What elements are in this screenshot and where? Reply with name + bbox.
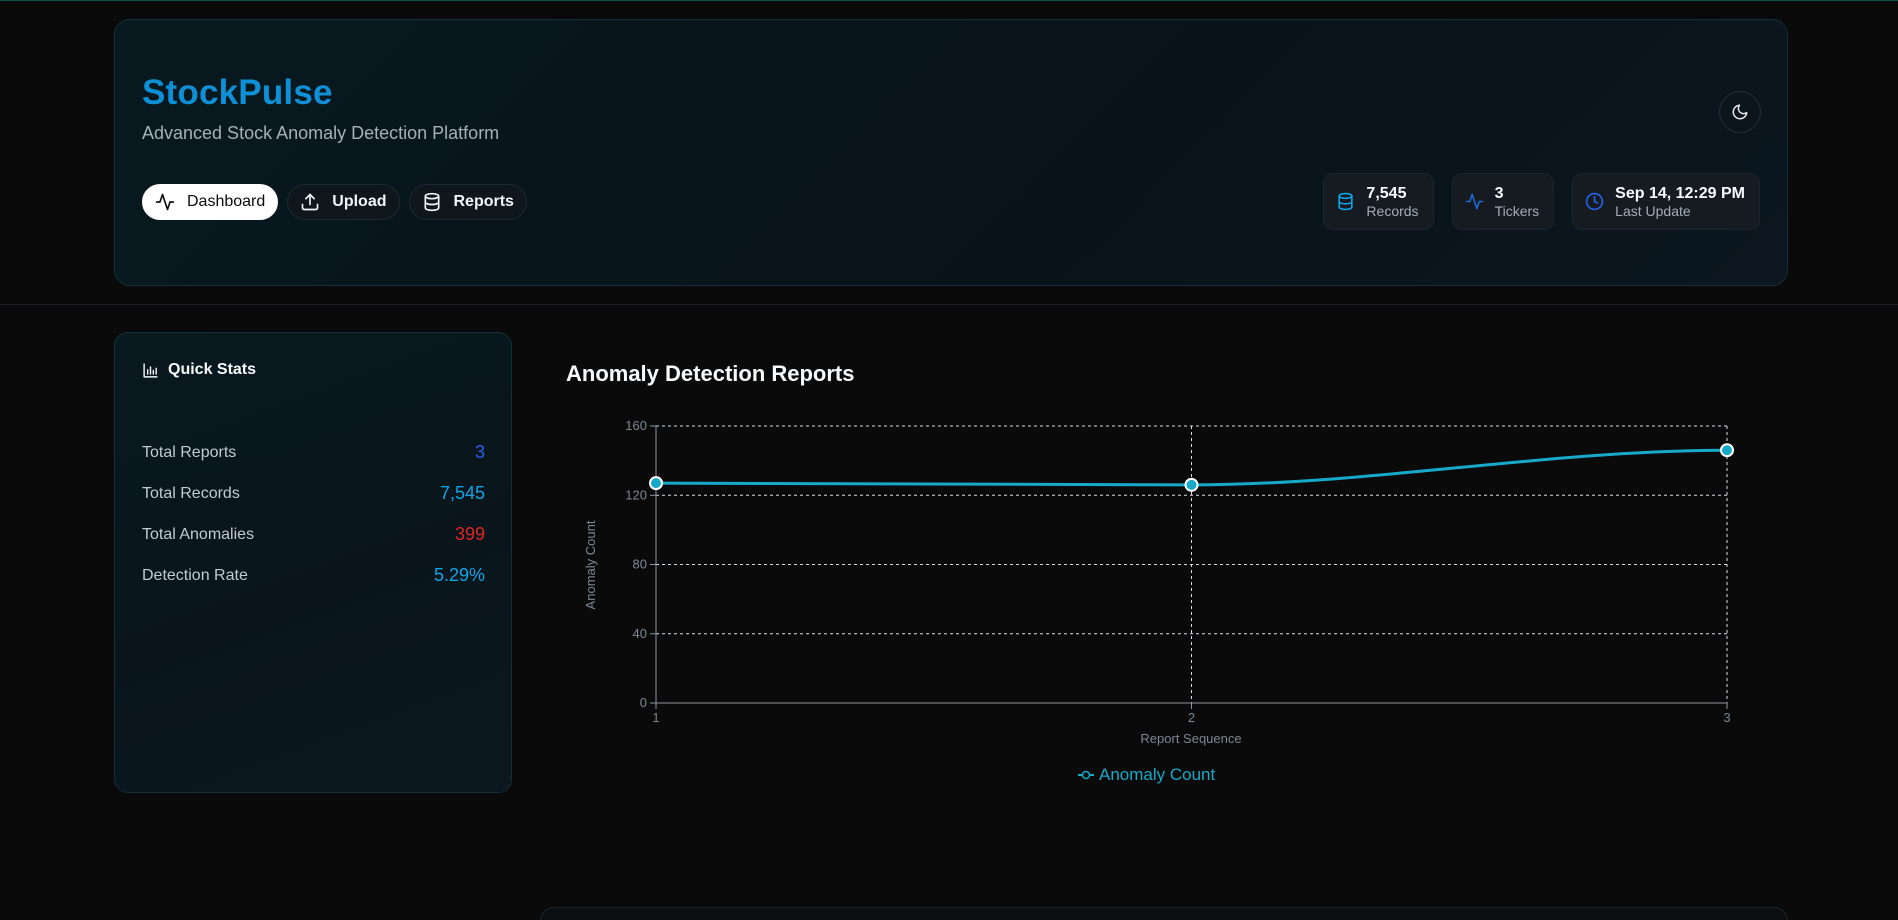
chart-legend[interactable]: Anomaly Count — [1078, 765, 1216, 784]
database-icon — [1338, 192, 1354, 211]
total-reports-label: Total Reports — [142, 443, 237, 461]
y-tick-label: 120 — [625, 487, 647, 502]
header-stats: 7,545 Records 3 Tickers Sep 14, 12:29 PM… — [1323, 173, 1760, 230]
last-update-label: Last Update — [1615, 202, 1691, 219]
total-reports-value: 3 — [474, 442, 485, 462]
top-accent-line — [0, 0, 1898, 1]
section-divider — [0, 304, 1898, 305]
theme-toggle-button[interactable] — [1719, 91, 1761, 133]
quick-stat-row: Total Reports 3 — [142, 432, 485, 473]
nav-reports-label: Reports — [453, 193, 514, 210]
total-records-value: 7,545 — [439, 483, 485, 503]
records-stat-label: Records — [1366, 202, 1419, 219]
data-point[interactable] — [649, 476, 663, 491]
database-icon — [424, 192, 439, 212]
main-nav: Dashboard Upload Reports — [142, 184, 527, 220]
brand-tagline: Advanced Stock Anomaly Detection Platfor… — [142, 123, 500, 143]
clock-icon — [1585, 192, 1604, 211]
detection-rate-label: Detection Rate — [142, 566, 248, 584]
moon-icon — [1732, 104, 1748, 120]
brand-title: StockPulse — [142, 73, 333, 112]
activity-icon — [1465, 193, 1483, 210]
chart-grid — [655, 425, 1728, 704]
nav-upload-label: Upload — [332, 193, 387, 210]
records-stat: 7,545 Records — [1323, 173, 1434, 230]
quick-stats-heading: Quick Stats — [142, 361, 256, 379]
total-anomalies-value: 399 — [454, 524, 485, 544]
y-tick-label: 40 — [633, 626, 647, 641]
bar-chart-icon — [143, 362, 158, 378]
y-tick-label: 80 — [633, 557, 647, 572]
legend-marker — [1081, 770, 1091, 780]
upload-icon — [301, 193, 319, 211]
x-tick-label: 1 — [652, 710, 659, 725]
last-update-value: Sep 14, 12:29 PM — [1615, 184, 1745, 202]
total-anomalies-label: Total Anomalies — [142, 525, 255, 543]
legend-label: Anomaly Count — [1099, 765, 1216, 784]
x-tick-label: 2 — [1188, 710, 1195, 725]
chart-title: Anomaly Detection Reports — [566, 361, 855, 386]
nav-upload[interactable]: Upload — [287, 184, 400, 220]
quick-stats-list: Total Reports 3 Total Records 7,545 Tota… — [142, 432, 485, 596]
total-records-label: Total Records — [142, 484, 240, 502]
header-card: StockPulse Advanced Stock Anomaly Detect… — [114, 19, 1788, 286]
quick-stat-row: Detection Rate 5.29% — [142, 555, 485, 596]
tickers-stat-value: 3 — [1494, 184, 1504, 202]
y-tick-label: 160 — [625, 418, 647, 433]
records-stat-value: 7,545 — [1366, 184, 1407, 202]
chart-axes: 0 40 80 120 160 1 2 3 — [625, 418, 1730, 725]
x-axis-label: Report Sequence — [1140, 731, 1241, 746]
anomaly-line-chart: 0 40 80 120 160 1 2 3 Anomaly Count Report Sequ… — [583, 418, 1734, 784]
nav-reports[interactable]: Reports — [408, 184, 527, 220]
tickers-stat-label: Tickers — [1494, 202, 1540, 219]
quick-stats-card: Quick Stats Total Reports 3 Total Record… — [114, 332, 512, 793]
nav-dashboard[interactable]: Dashboard — [142, 184, 279, 220]
y-axis-label: Anomaly Count — [583, 520, 598, 609]
tickers-stat: 3 Tickers — [1451, 173, 1555, 230]
x-tick-label: 3 — [1723, 710, 1730, 725]
last-update-stat: Sep 14, 12:29 PM Last Update — [1572, 173, 1760, 230]
quick-stat-row: Total Records 7,545 — [142, 473, 485, 514]
data-point[interactable] — [1720, 443, 1734, 458]
activity-icon — [155, 193, 175, 211]
data-point[interactable] — [1184, 477, 1199, 492]
nav-dashboard-label: Dashboard — [187, 193, 266, 210]
quick-stat-row: Total Anomalies 399 — [142, 514, 485, 555]
detection-rate-value: 5.29% — [433, 565, 485, 585]
quick-stats-title: Quick Stats — [168, 361, 257, 378]
reports-table-card — [540, 907, 1788, 920]
y-tick-label: 0 — [640, 695, 647, 710]
